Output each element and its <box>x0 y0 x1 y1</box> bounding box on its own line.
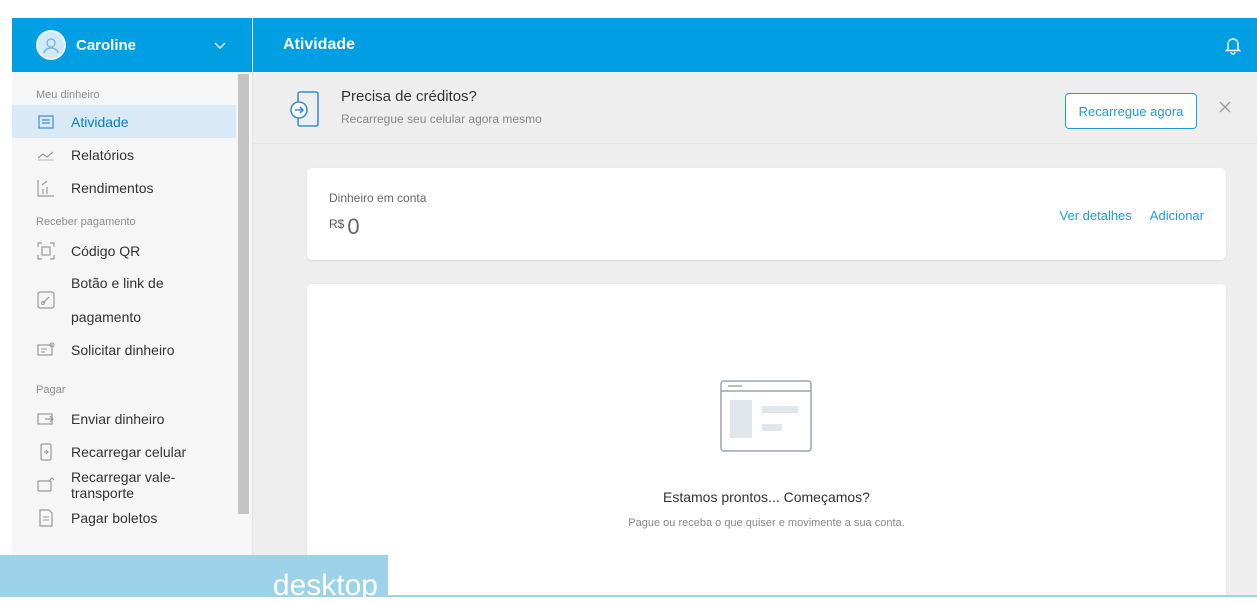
request-money-icon <box>37 342 55 356</box>
sidebar-item-label: Código QR <box>71 242 141 259</box>
main-content: Atividade Precisa de créditos? Recarregu… <box>253 18 1257 597</box>
promo-banner: Precisa de créditos? Recarregue seu celu… <box>253 72 1257 144</box>
user-icon <box>43 38 59 54</box>
sidebar-item-label: Recarregar vale-transporte <box>71 468 176 501</box>
sidebar-item-label: Rendimentos <box>71 179 154 196</box>
sidebar-item-label: Pagar boletos <box>71 509 158 526</box>
page-title: Atividade <box>283 36 356 53</box>
card-icon <box>37 476 55 492</box>
section-title-meu-dinheiro: Meu dinheiro <box>36 89 100 101</box>
sidebar-item-label-line1: Botão e link de <box>71 275 164 291</box>
top-bar: Atividade <box>253 18 1257 72</box>
user-name: Caroline <box>76 36 137 54</box>
send-money-icon <box>37 412 54 425</box>
section-title-receber-pagamento: Receber pagamento <box>36 216 136 228</box>
sidebar-item-atividade[interactable]: Atividade <box>12 105 236 138</box>
sidebar-item-pagar-boletos[interactable]: Pagar boletos <box>12 501 236 534</box>
balance-card: Dinheiro em conta R$ 0 Ver detalhes Adic… <box>307 168 1226 260</box>
sidebar-item-label: Recarregar celular <box>71 443 187 460</box>
sidebar-item-recarregar-celular[interactable]: Recarregar celular <box>12 435 236 468</box>
promo-title: Precisa de créditos? <box>341 88 477 105</box>
sidebar-scrollbar[interactable] <box>238 74 249 514</box>
empty-activity-card: Estamos prontos... Começamos? Pague ou r… <box>307 284 1226 597</box>
sidebar-item-enviar-dinheiro[interactable]: Enviar dinheiro <box>12 402 236 435</box>
activity-icon <box>38 114 54 129</box>
see-details-link[interactable]: Ver detalhes <box>1060 208 1132 223</box>
balance-value: 0 <box>347 214 360 239</box>
sidebar-nav: Meu dinheiro Atividade Relatórios Rendim… <box>12 72 237 597</box>
sidebar-item-codigo-qr[interactable]: Código QR <box>12 234 236 267</box>
desktop-watermark: desktop <box>0 555 388 601</box>
empty-state-title: Estamos prontos... Começamos? <box>663 489 870 505</box>
add-money-link[interactable]: Adicionar <box>1150 208 1204 223</box>
sidebar-item-relatorios[interactable]: Relatórios <box>12 138 236 171</box>
bar-chart-icon <box>37 179 54 197</box>
bell-icon[interactable] <box>1223 35 1243 55</box>
sidebar-item-rendimentos[interactable]: Rendimentos <box>12 171 236 204</box>
chevron-down-icon[interactable] <box>213 38 227 52</box>
balance-links: Ver detalhes Adicionar <box>1060 208 1204 223</box>
empty-list-illustration <box>720 380 812 452</box>
phone-recharge-icon <box>290 91 319 127</box>
phone-icon <box>40 442 52 461</box>
link-icon <box>37 291 55 309</box>
sidebar-item-label: Atividade <box>71 113 129 130</box>
sidebar-item-label: Relatórios <box>71 146 135 163</box>
bill-icon <box>39 508 53 527</box>
sidebar-item-label: Enviar dinheiro <box>71 410 165 427</box>
sidebar: Caroline Meu dinheiro Atividade Relatóri… <box>12 18 253 597</box>
empty-state-text: Pague ou receba o que quiser e movimente… <box>628 517 905 529</box>
sidebar-item-recarregar-vale-transporte[interactable]: Recarregar vale-transporte <box>12 468 236 501</box>
balance-currency: R$ <box>329 217 345 231</box>
app-window: Caroline Meu dinheiro Atividade Relatóri… <box>12 18 1257 597</box>
chart-line-icon <box>37 151 54 160</box>
balance-label: Dinheiro em conta <box>329 191 427 205</box>
sidebar-item-label-line2: pagamento <box>71 309 142 325</box>
sidebar-item-botao-link[interactable]: Botão e link de pagamento <box>12 267 236 333</box>
user-menu[interactable]: Caroline <box>12 18 252 72</box>
sidebar-item-label: Solicitar dinheiro <box>71 341 175 358</box>
sidebar-item-solicitar-dinheiro[interactable]: Solicitar dinheiro <box>12 333 236 366</box>
close-icon[interactable] <box>1218 100 1232 114</box>
promo-subtitle: Recarregue seu celular agora mesmo <box>341 112 542 126</box>
recharge-now-button[interactable]: Recarregue agora <box>1065 93 1197 129</box>
avatar <box>36 30 66 60</box>
section-title-pagar: Pagar <box>36 384 66 396</box>
balance-amount: R$ 0 <box>329 214 360 240</box>
qr-code-icon <box>37 241 55 260</box>
